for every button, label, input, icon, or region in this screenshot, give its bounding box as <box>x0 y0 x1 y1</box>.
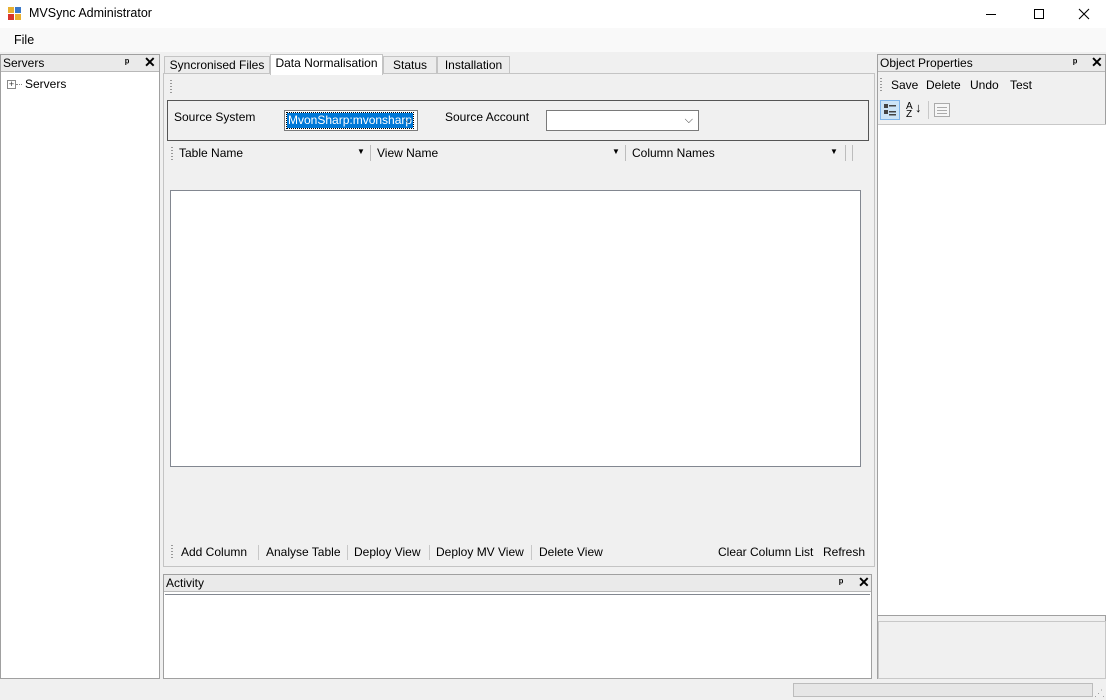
chevron-down-icon: ⌵ <box>684 114 693 126</box>
separator <box>625 145 626 161</box>
progress-bar <box>793 683 1093 697</box>
undo-button[interactable]: Undo <box>970 78 999 92</box>
close-icon[interactable]: ✕ <box>144 54 156 71</box>
categorized-icon[interactable] <box>880 100 900 120</box>
refresh-button[interactable]: Refresh <box>823 545 865 559</box>
resize-grip-icon[interactable]: ⋰⋰ <box>1094 688 1106 699</box>
analyse-table-button[interactable]: Analyse Table <box>266 545 341 559</box>
close-icon <box>1078 8 1090 20</box>
props-panel-title: Object Properties <box>880 56 973 70</box>
source-system-value: MvonSharp:mvonsharp <box>285 112 415 129</box>
action-toolbar: Add Column Analyse Table Deploy View Dep… <box>167 541 869 563</box>
source-account-label: Source Account <box>445 110 530 124</box>
servers-panel-title: Servers <box>3 56 45 70</box>
column-names-dropdown[interactable]: Column Names <box>632 146 715 160</box>
window-title: MVSync Administrator <box>29 6 152 20</box>
tab-data-normalisation[interactable]: Data Normalisation <box>270 54 383 75</box>
activity-panel-title: Activity <box>166 576 205 590</box>
property-grid[interactable] <box>878 124 1106 616</box>
separator <box>928 101 929 119</box>
separator <box>347 545 348 560</box>
props-panel-header: Object Properties ᵖ ✕ <box>878 54 1105 72</box>
dropdown-arrow-icon[interactable]: ▼ <box>830 147 838 156</box>
dropdown-arrow-icon[interactable]: ▼ <box>357 147 365 156</box>
app-icon <box>8 7 22 21</box>
expand-icon[interactable]: + <box>7 79 16 89</box>
close-icon[interactable]: ✕ <box>858 574 870 591</box>
toolbar-grip <box>171 147 173 161</box>
source-system-label: Source System <box>174 110 256 124</box>
servers-panel-header: Servers ᵖ ✕ <box>1 54 159 72</box>
separator <box>370 145 371 161</box>
table-name-dropdown[interactable]: Table Name <box>179 146 243 160</box>
toolbar-grip <box>880 78 882 92</box>
property-pages-icon[interactable] <box>934 103 950 117</box>
separator <box>429 545 430 560</box>
separator <box>845 145 846 161</box>
delete-view-button[interactable]: Delete View <box>539 545 603 559</box>
source-selector: Source System MvonSharp:mvonsharp ⌵ Sour… <box>167 100 869 141</box>
pin-icon[interactable]: ᵖ <box>839 575 843 592</box>
dropdown-arrow-icon[interactable]: ▼ <box>612 147 620 156</box>
add-column-button[interactable]: Add Column <box>181 545 247 559</box>
chevron-down-icon: ⌵ <box>403 114 412 126</box>
maximize-button[interactable] <box>1016 0 1062 28</box>
maximize-icon <box>1034 9 1044 19</box>
activity-panel-header: Activity ᵖ ✕ <box>164 574 871 592</box>
minimize-icon <box>986 13 996 15</box>
tab-strip: Syncronised Files Data Normalisation Sta… <box>163 54 875 75</box>
test-button[interactable]: Test <box>1010 78 1032 92</box>
minimize-button[interactable] <box>968 0 1014 28</box>
source-system-combo[interactable]: MvonSharp:mvonsharp ⌵ <box>284 110 418 131</box>
toolbar-grip <box>170 80 172 94</box>
pin-icon[interactable]: ᵖ <box>1073 55 1077 72</box>
title-bar: MVSync Administrator <box>0 0 1106 28</box>
separator <box>852 145 853 161</box>
source-account-combo[interactable]: ⌵ <box>546 110 699 131</box>
column-header-toolbar: Table Name ▼ View Name ▼ Column Names ▼ <box>167 143 869 164</box>
tab-status[interactable]: Status <box>383 56 437 74</box>
close-window-button[interactable] <box>1061 0 1106 28</box>
close-icon[interactable]: ✕ <box>1091 54 1103 71</box>
separator <box>531 545 532 560</box>
property-grid-toolbar: A Z ↓ <box>877 98 1106 124</box>
sort-az-icon[interactable]: A Z ↓ <box>904 100 924 120</box>
menu-bar: File <box>0 28 1106 52</box>
column-list[interactable] <box>170 190 861 467</box>
deploy-view-button[interactable]: Deploy View <box>354 545 420 559</box>
tree-connector <box>16 83 22 85</box>
servers-panel: Servers ᵖ ✕ + Servers <box>0 54 160 679</box>
separator <box>258 545 259 560</box>
delete-button[interactable]: Delete <box>926 78 961 92</box>
clear-column-list-button[interactable]: Clear Column List <box>718 545 813 559</box>
save-button[interactable]: Save <box>891 78 918 92</box>
view-name-dropdown[interactable]: View Name <box>377 146 438 160</box>
deploy-mv-view-button[interactable]: Deploy MV View <box>436 545 524 559</box>
activity-log[interactable] <box>165 594 870 678</box>
activity-panel: Activity ᵖ ✕ <box>163 574 872 679</box>
property-description <box>878 621 1106 679</box>
tab-installation[interactable]: Installation <box>437 56 510 74</box>
tree-node-servers[interactable]: + Servers <box>7 77 66 91</box>
pin-icon[interactable]: ᵖ <box>125 55 129 72</box>
tree-node-label: Servers <box>25 77 67 91</box>
menu-file[interactable]: File <box>8 32 40 48</box>
props-toolbar: Save Delete Undo Test <box>877 73 1106 97</box>
tab-syncronised-files[interactable]: Syncronised Files <box>164 56 270 74</box>
toolbar-grip <box>171 545 173 559</box>
